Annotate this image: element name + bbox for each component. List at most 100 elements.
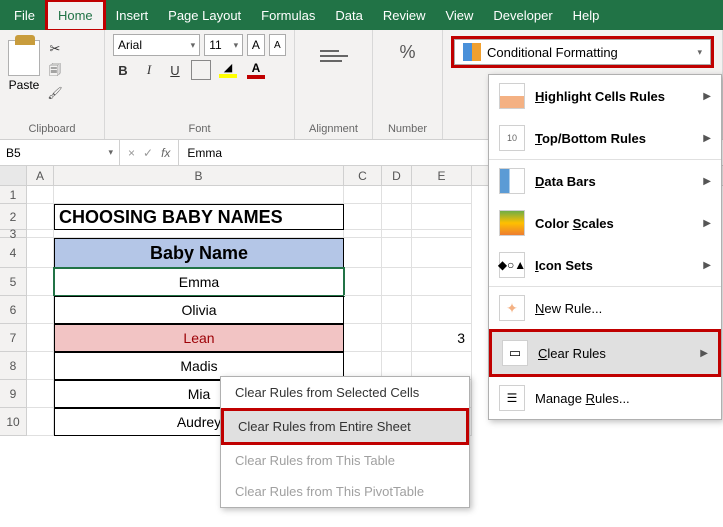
alignment-icon[interactable]: [320, 42, 348, 70]
chevron-down-icon: ▾: [234, 40, 239, 51]
col-header-c[interactable]: C: [344, 166, 382, 185]
percent-icon[interactable]: %: [399, 42, 415, 63]
paste-label: Paste: [9, 78, 40, 92]
number-title: Number: [381, 121, 434, 137]
manage-rules-icon: ☰: [499, 385, 525, 411]
row-header[interactable]: 7: [0, 324, 27, 352]
paste-button[interactable]: Paste: [8, 34, 40, 92]
menu-data-bars[interactable]: Data Bars ▶: [489, 159, 721, 202]
paste-icon: [8, 40, 40, 76]
cell-b7[interactable]: Lean: [54, 324, 344, 352]
menu-highlight-cells-rules[interactable]: Highlight Cells Rules ▶: [489, 75, 721, 117]
row-header[interactable]: 6: [0, 296, 27, 324]
col-header-d[interactable]: D: [382, 166, 412, 185]
highlight-cf: Conditional Formatting ▾: [451, 36, 714, 68]
tab-page-layout[interactable]: Page Layout: [158, 0, 251, 30]
menu-icon-sets[interactable]: ◆○▲ Icon Sets ▶: [489, 244, 721, 286]
highlight-entire-sheet: Clear Rules from Entire Sheet: [221, 408, 469, 445]
row-header[interactable]: 3: [0, 230, 27, 238]
submenu-clear-selected[interactable]: Clear Rules from Selected Cells: [221, 377, 469, 408]
arrow-right-icon: ▶: [703, 260, 711, 271]
icon-sets-icon: ◆○▲: [499, 252, 525, 278]
top-bottom-icon: 10: [499, 125, 525, 151]
cell-title[interactable]: CHOOSING BABY NAMES: [54, 204, 344, 230]
font-color-button[interactable]: A: [245, 61, 267, 79]
tab-home[interactable]: Home: [48, 2, 103, 29]
copy-icon[interactable]: [46, 62, 64, 80]
row-header[interactable]: 5: [0, 268, 27, 296]
cell-header[interactable]: Baby Name: [54, 238, 344, 268]
menu-new-rule[interactable]: ✦ New Rule...: [489, 286, 721, 329]
conditional-formatting-button[interactable]: Conditional Formatting ▾: [454, 39, 711, 65]
cell-e7[interactable]: 3: [412, 324, 472, 352]
tab-formulas[interactable]: Formulas: [251, 0, 325, 30]
menu-color-scales[interactable]: Color Scales ▶: [489, 202, 721, 244]
tab-view[interactable]: View: [435, 0, 483, 30]
clear-rules-icon: ▭: [502, 340, 528, 366]
arrow-right-icon: ▶: [703, 218, 711, 229]
font-size-combo[interactable]: 11 ▾: [204, 34, 243, 56]
italic-button[interactable]: I: [139, 60, 159, 80]
font-title: Font: [113, 121, 286, 137]
highlight-cells-icon: [499, 83, 525, 109]
enter-icon[interactable]: ✓: [143, 146, 153, 160]
menu-manage-rules[interactable]: ☰ Manage Rules...: [489, 377, 721, 419]
cut-icon[interactable]: [46, 40, 64, 58]
name-box[interactable]: B5 ▾: [0, 140, 120, 165]
menu-clear-rules[interactable]: ▭ Clear Rules ▶: [492, 332, 718, 374]
group-alignment: Alignment: [295, 30, 373, 139]
format-painter-icon[interactable]: [46, 84, 64, 102]
tab-developer[interactable]: Developer: [483, 0, 562, 30]
chevron-down-icon: ▾: [108, 147, 113, 158]
formula-value: Emma: [187, 146, 222, 160]
cell-b5[interactable]: Emma: [54, 268, 344, 296]
chevron-down-icon: ▾: [697, 47, 702, 58]
menu-top-bottom-rules[interactable]: 10 Top/Bottom Rules ▶: [489, 117, 721, 159]
fill-color-button[interactable]: ◢: [217, 61, 239, 79]
col-header-a[interactable]: A: [27, 166, 54, 185]
font-size-value: 11: [209, 38, 221, 52]
row-header[interactable]: 8: [0, 352, 27, 380]
submenu-clear-entire-sheet[interactable]: Clear Rules from Entire Sheet: [224, 411, 466, 442]
row-header[interactable]: 9: [0, 380, 27, 408]
tab-help[interactable]: Help: [563, 0, 610, 30]
name-box-value: B5: [6, 146, 21, 160]
row-header[interactable]: 4: [0, 238, 27, 268]
group-clipboard: Paste Clipboard: [0, 30, 105, 139]
alignment-title: Alignment: [303, 121, 364, 137]
tab-review[interactable]: Review: [373, 0, 436, 30]
font-name-combo[interactable]: Arial ▾: [113, 34, 200, 56]
font-name-value: Arial: [118, 38, 142, 52]
submenu-clear-pivot: Clear Rules from This PivotTable: [221, 476, 469, 507]
arrow-right-icon: ▶: [700, 348, 708, 359]
new-rule-icon: ✦: [499, 295, 525, 321]
clear-rules-submenu: Clear Rules from Selected Cells Clear Ru…: [220, 376, 470, 508]
row-header[interactable]: 10: [0, 408, 27, 436]
chevron-down-icon: ▾: [191, 40, 196, 51]
conditional-formatting-menu: Highlight Cells Rules ▶ 10 Top/Bottom Ru…: [488, 74, 722, 420]
fx-icon[interactable]: fx: [161, 146, 170, 160]
clipboard-title: Clipboard: [8, 121, 96, 137]
arrow-right-icon: ▶: [703, 133, 711, 144]
increase-font-button[interactable]: A: [247, 34, 264, 56]
bold-button[interactable]: B: [113, 60, 133, 80]
tab-data[interactable]: Data: [325, 0, 372, 30]
select-all-corner[interactable]: [0, 166, 27, 185]
color-scales-icon: [499, 210, 525, 236]
border-button[interactable]: [191, 60, 211, 80]
decrease-font-button[interactable]: A: [269, 34, 286, 56]
submenu-clear-table: Clear Rules from This Table: [221, 445, 469, 476]
cell-b6[interactable]: Olivia: [54, 296, 344, 324]
tab-insert[interactable]: Insert: [106, 0, 159, 30]
menu-bar: File Home Insert Page Layout Formulas Da…: [0, 0, 723, 30]
col-header-b[interactable]: B: [54, 166, 344, 185]
data-bars-icon: [499, 168, 525, 194]
arrow-right-icon: ▶: [703, 176, 711, 187]
row-header[interactable]: 1: [0, 186, 27, 204]
cancel-icon[interactable]: ×: [128, 146, 135, 160]
cf-label: Conditional Formatting: [487, 45, 618, 60]
cf-icon: [463, 43, 481, 61]
underline-button[interactable]: U: [165, 60, 185, 80]
tab-file[interactable]: File: [4, 0, 45, 30]
col-header-e[interactable]: E: [412, 166, 472, 185]
